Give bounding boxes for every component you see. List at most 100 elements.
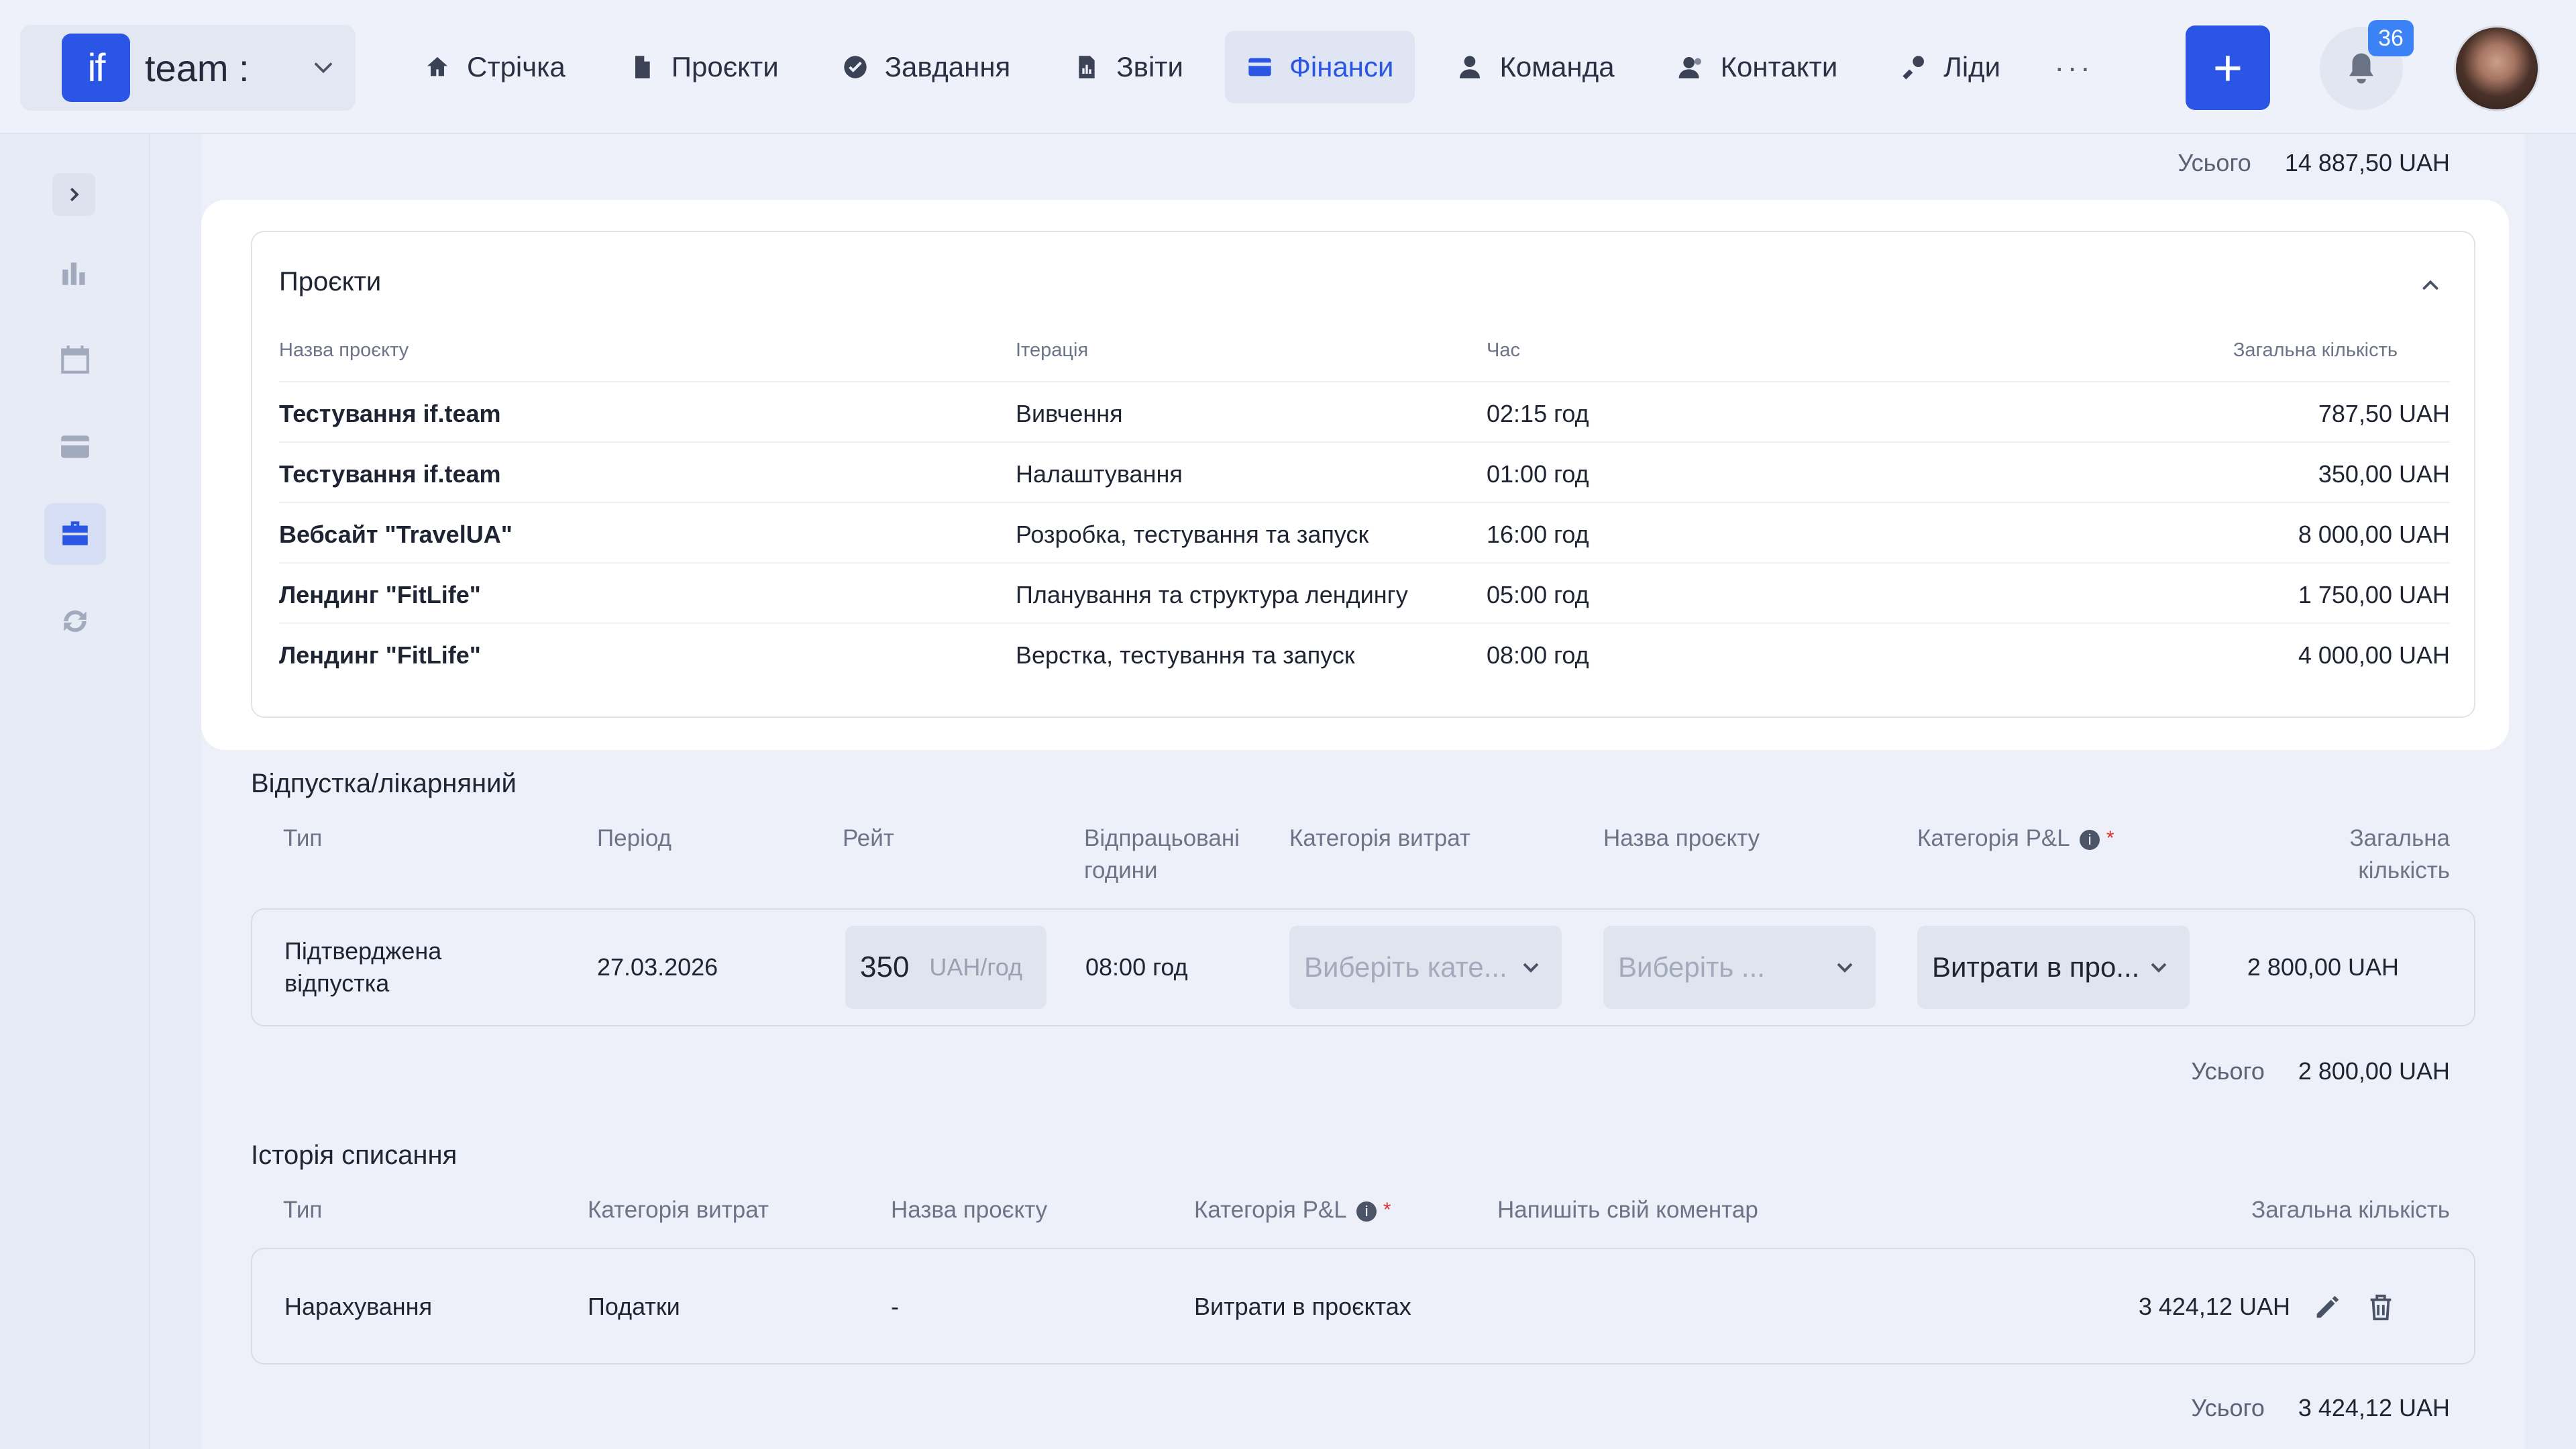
notification-badge: 36 [2368, 20, 2414, 56]
chevron-up-icon[interactable] [2418, 272, 2443, 298]
column-header-total-line2: кількість [2358, 857, 2450, 883]
chevron-down-icon [1837, 963, 1853, 973]
column-header-hours-line1: Відпрацьовані [1084, 825, 1240, 851]
sidebar-item-briefcase[interactable] [44, 503, 106, 565]
nav-item-finance[interactable]: Фінанси [1224, 31, 1415, 103]
column-header-type: Тип [283, 825, 323, 851]
iteration: Вивчення [1016, 400, 1123, 427]
chevron-down-icon [1523, 963, 1539, 973]
main-content: Усього 14 887,50 UAH Проєкти Назва проєк… [201, 134, 2525, 1449]
column-header-type: Тип [283, 1197, 323, 1223]
brand-logo: if [62, 34, 130, 102]
pl-category-label: Категорія P&L [1194, 1197, 1346, 1223]
writeoff-type: Нарахування [284, 1293, 433, 1320]
check-circle-icon [844, 56, 867, 78]
report-icon [1079, 56, 1095, 78]
writeoff-section-title: Історія списання [251, 1140, 458, 1170]
table-row: Лендинг "FitLife" Планування та структур… [279, 562, 2450, 623]
sidebar-expand-button[interactable] [52, 173, 95, 216]
nav-more-button[interactable]: ··· [2042, 49, 2105, 85]
expense-category-select[interactable]: Виберіть кате... [1289, 926, 1562, 1009]
iteration: Планування та структура лендингу [1016, 581, 1408, 608]
rate-unit: UAH/год [929, 953, 1023, 981]
total-value: 14 887,50 UAH [2284, 149, 2450, 176]
top-total: Усього 14 887,50 UAH [2178, 149, 2450, 177]
card-icon [61, 435, 89, 458]
total-value: 2 800,00 UAH [2298, 1057, 2450, 1085]
column-header-iteration: Ітерація [1016, 339, 1089, 361]
nav-label: Завдання [884, 51, 1011, 83]
sidebar-item-payments[interactable] [44, 416, 106, 478]
column-header-pl-category: Категорія P&L i * [1194, 1194, 1391, 1226]
nav-label: Фінанси [1289, 51, 1394, 83]
writeoff-row: Нарахування Податки - Витрати в проєктах… [251, 1248, 2475, 1364]
leave-period: 27.03.2026 [597, 953, 718, 981]
column-header-hours-line2: години [1084, 857, 1158, 883]
column-header-project-name: Назва проєкту [891, 1197, 1048, 1223]
nav-item-reports[interactable]: Звіти [1052, 31, 1205, 103]
sidebar-item-analytics[interactable] [44, 241, 106, 303]
rate-value: 350 [860, 951, 910, 983]
nav-label: Контакти [1720, 51, 1838, 83]
sidebar-item-calendar[interactable] [44, 329, 106, 390]
time: 01:00 год [1487, 460, 1589, 488]
writeoff-project-name: - [891, 1293, 899, 1320]
iteration: Налаштування [1016, 460, 1183, 488]
rate-input[interactable]: 350 UAH/год [845, 926, 1046, 1009]
nav-label: Команда [1499, 51, 1615, 83]
chevron-down-icon [2151, 963, 2167, 973]
document-icon [635, 56, 650, 78]
project-name: Тестування if.team [279, 400, 501, 427]
nav-item-contacts[interactable]: Контакти [1656, 31, 1860, 103]
contacts-icon [1678, 57, 1701, 78]
edit-icon[interactable] [2312, 1292, 2343, 1323]
projects-title: Проєкти [279, 267, 382, 297]
amount: 4 000,00 UAH [2298, 641, 2450, 669]
leave-type-line1: Підтверджена [284, 937, 442, 965]
project-name: Вебсайт "TravelUA" [279, 521, 513, 548]
pl-category-label: Категорія P&L [1917, 825, 2070, 851]
writeoff-total-line: Усього 3 424,12 UAH [2191, 1394, 2450, 1422]
bar-chart-icon [62, 262, 85, 285]
nav-item-team[interactable]: Команда [1435, 31, 1635, 103]
info-icon[interactable]: i [1356, 1201, 1377, 1222]
leave-type: Підтверджена відпустка [284, 935, 441, 1000]
amount: 8 000,00 UAH [2298, 521, 2450, 548]
brand-name: team : [145, 46, 250, 89]
briefcase-icon [62, 521, 88, 545]
sidebar-item-sync[interactable] [44, 590, 106, 652]
info-icon[interactable]: i [2080, 829, 2100, 850]
column-header-total: Загальна кількість [2233, 339, 2398, 361]
projects-card: Проєкти Назва проєкту Ітерація Час Загал… [201, 200, 2509, 750]
main-nav: Стрічка Проєкти Завдання Звіти Фінанси К… [402, 30, 2105, 104]
calendar-icon [61, 345, 89, 374]
column-header-time: Час [1487, 339, 1520, 361]
total-label: Усього [2191, 1057, 2265, 1085]
add-button[interactable]: + [2186, 25, 2270, 110]
refresh-icon [64, 610, 87, 633]
iteration: Верстка, тестування та запуск [1016, 641, 1355, 669]
home-icon [427, 57, 447, 76]
pl-category-select[interactable]: Витрати в про... [1917, 926, 2190, 1009]
trash-icon[interactable] [2365, 1292, 2396, 1323]
leave-total: 2 800,00 UAH [2247, 953, 2399, 981]
project-select[interactable]: Виберіть ... [1603, 926, 1876, 1009]
column-header-project: Назва проєкту [279, 339, 409, 361]
column-header-project-name: Назва проєкту [1603, 825, 1760, 851]
column-header-comment: Напишіть свій коментар [1497, 1197, 1758, 1223]
avatar[interactable] [2454, 25, 2540, 111]
nav-item-feed[interactable]: Стрічка [402, 31, 587, 103]
top-bar: if team : Стрічка Проєкти Завдання Звіти… [0, 0, 2576, 134]
table-row: Тестування if.team Вивчення 02:15 год 78… [279, 381, 2450, 441]
worked-hours: 08:00 год [1085, 953, 1188, 981]
nav-item-leads[interactable]: Ліди [1879, 31, 2022, 103]
user-icon [1460, 56, 1481, 78]
leave-type-line2: відпустка [284, 969, 390, 997]
nav-item-projects[interactable]: Проєкти [607, 31, 800, 103]
nav-item-tasks[interactable]: Завдання [820, 31, 1032, 103]
table-row: Вебсайт "TravelUA" Розробка, тестування … [279, 502, 2450, 562]
column-header-pl-category: Категорія P&L i * [1917, 822, 2114, 855]
sidebar [0, 134, 150, 1449]
column-header-expense-category: Категорія витрат [1289, 825, 1470, 851]
workspace-switcher[interactable]: if team : [20, 25, 356, 111]
